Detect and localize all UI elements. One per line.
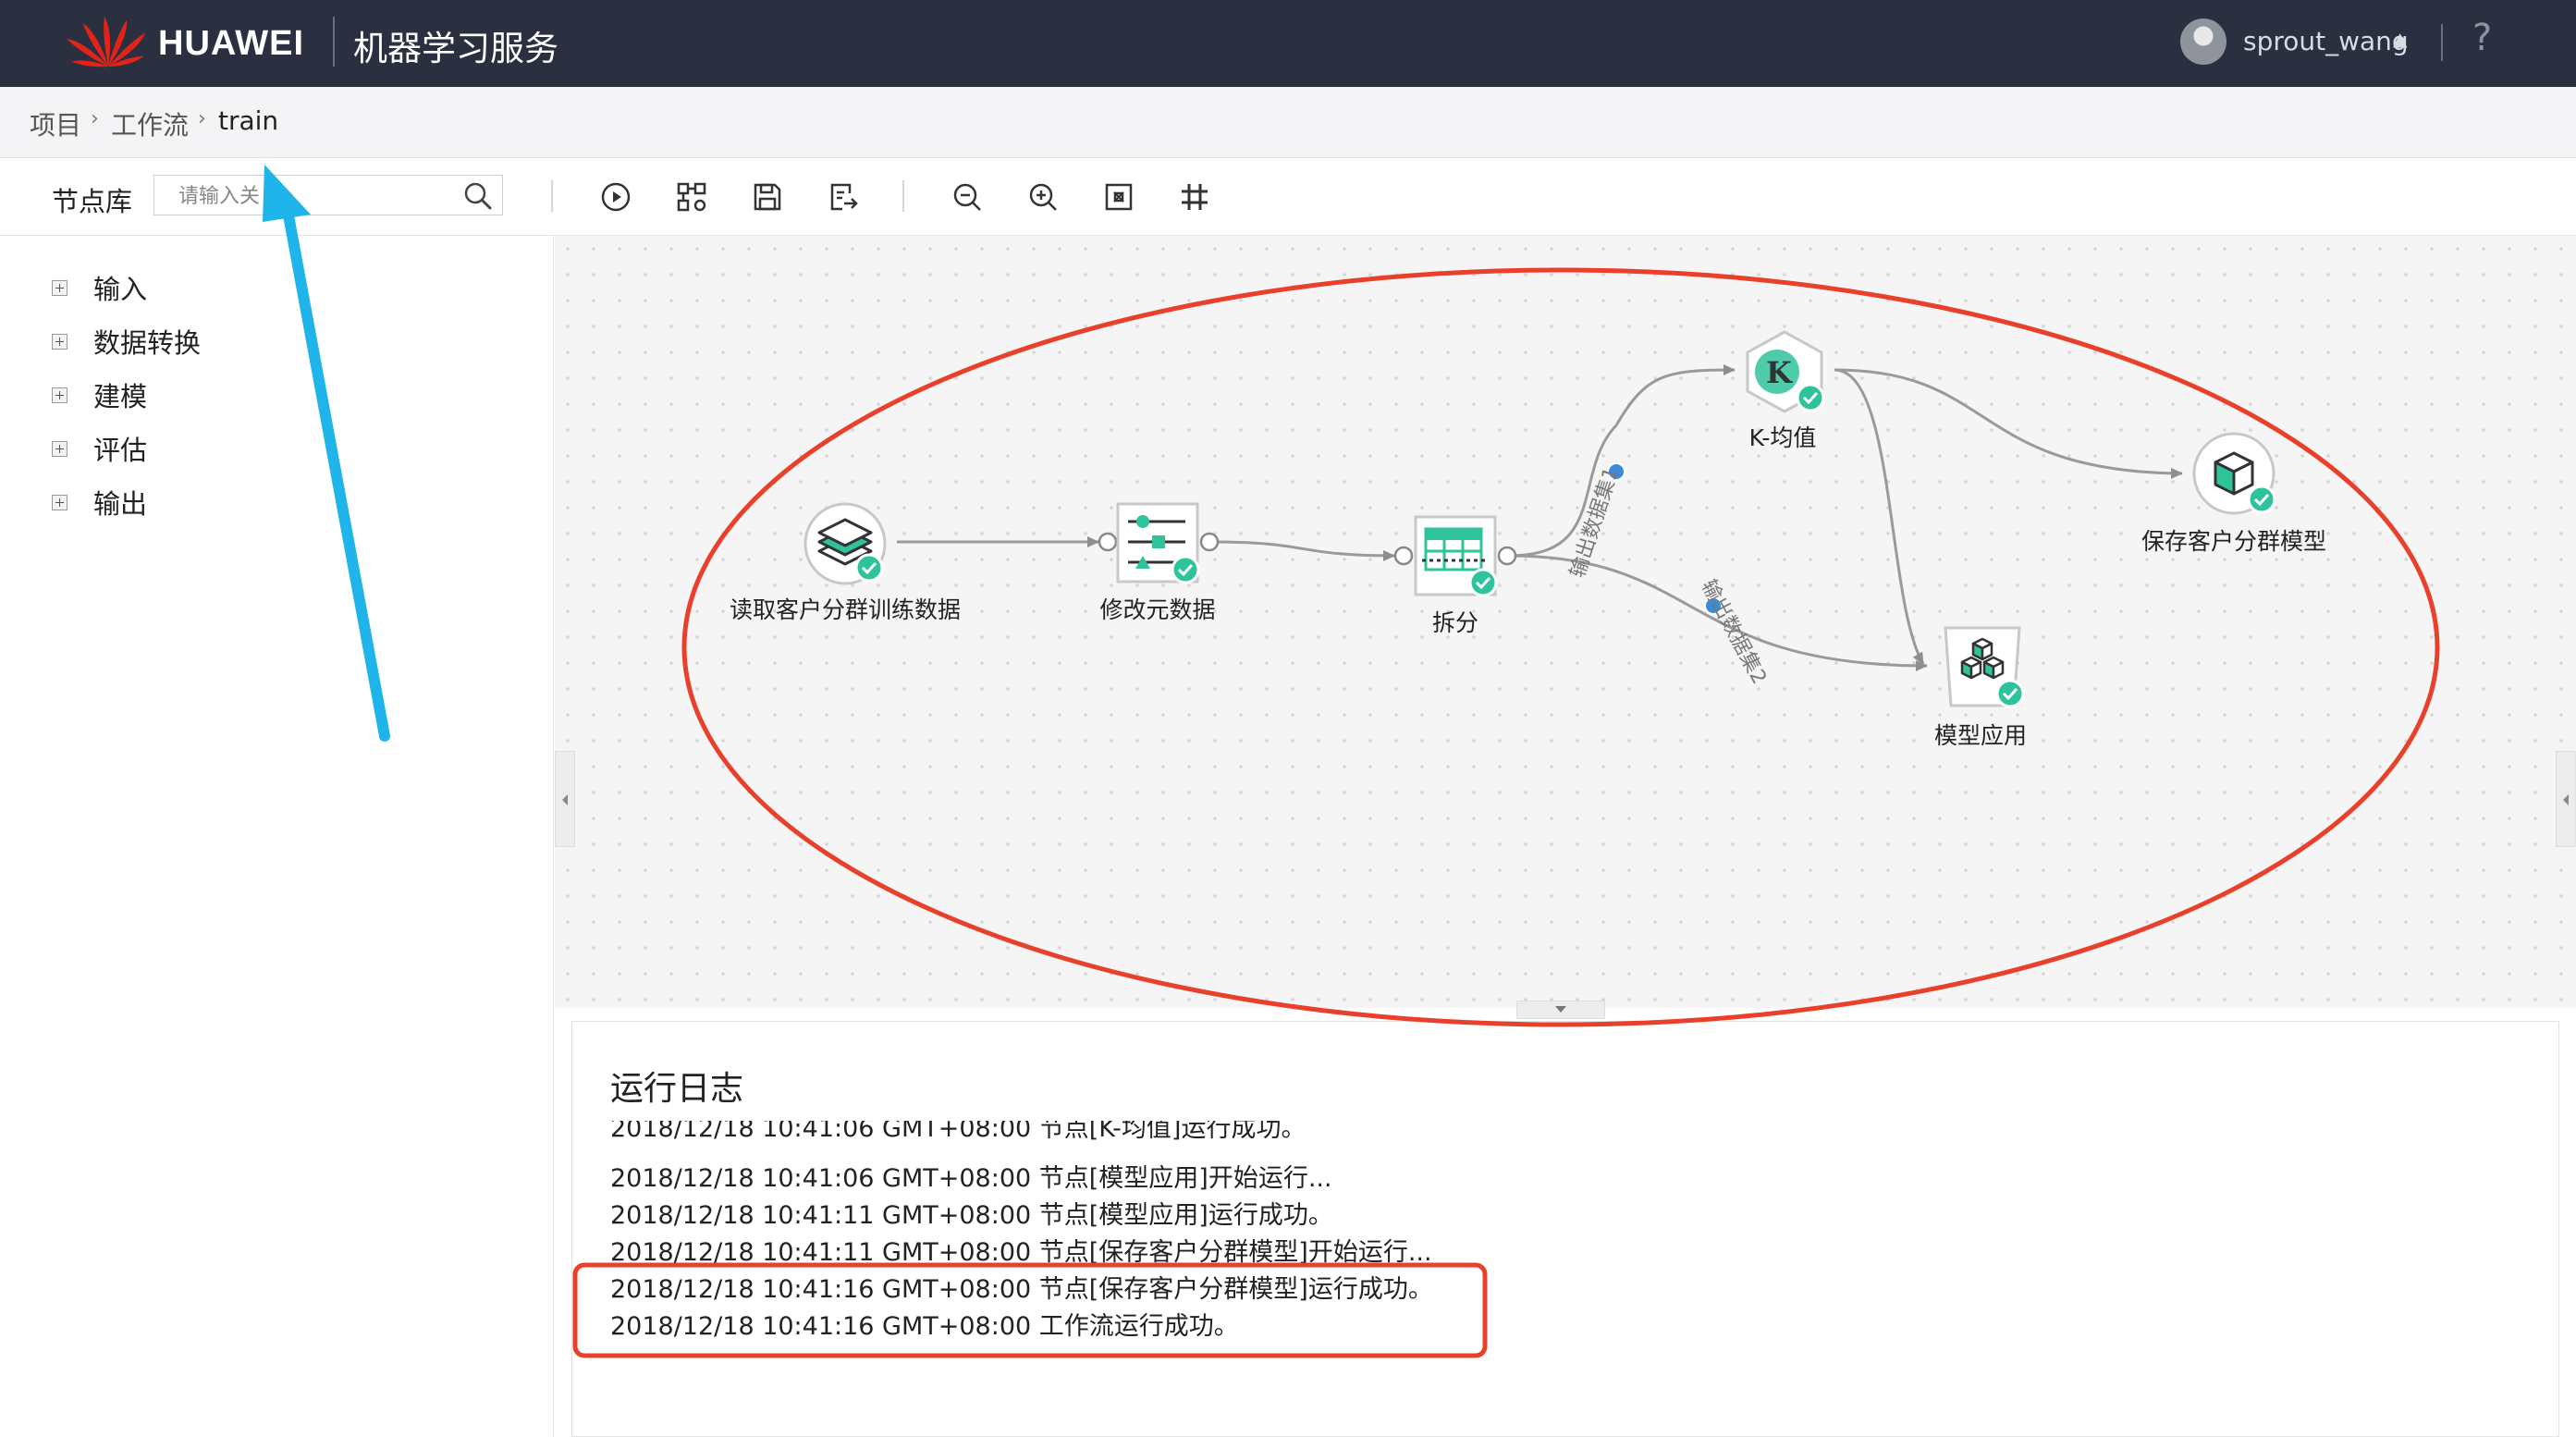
node-search-input[interactable] [177,181,458,211]
category-output[interactable]: 输出 [52,484,147,521]
expand-icon[interactable] [52,333,67,350]
help-icon[interactable]: ? [2472,17,2492,59]
caret-left-icon [2563,794,2569,805]
category-input[interactable]: 输入 [52,269,147,306]
node-read-data[interactable] [801,499,889,588]
node-library-panel: 输入 数据转换 建模 评估 输出 [0,236,554,1437]
brand-name: HUAWEI [158,24,304,63]
node-label: 修改元数据 [1099,596,1216,623]
expand-icon[interactable] [52,494,67,510]
collapse-left-handle[interactable] [555,751,575,847]
node-split[interactable] [1413,514,1502,599]
category-label: 输出 [93,488,148,520]
breadcrumb-separator: › [198,107,206,130]
node-label: 模型应用 [1933,722,2028,749]
breadcrumb-projects[interactable]: 项目 [30,105,81,142]
node-search-box [153,175,503,215]
caret-up-icon[interactable]: ▲ [2393,28,2407,50]
layout-icon [677,182,706,212]
expand-icon[interactable] [52,279,67,296]
save-icon [754,183,781,211]
node-save-model[interactable] [2191,431,2280,516]
zoom-in-icon [1029,183,1057,211]
top-bar: HUAWEI 机器学习服务 sprout_wang ▲ ? [0,0,2576,87]
header-divider [2441,24,2443,61]
save-button[interactable] [745,175,790,219]
svg-text:K: K [1766,355,1793,390]
node-label: 保存客户分群模型 [2141,528,2327,555]
node-label: 拆分 [1431,609,1479,636]
huawei-logo [67,17,146,68]
run-log-list[interactable]: 2018/12/18 10:41:06 GMT+08:00 节点[K-均值]运行… [610,1121,2367,1361]
node-model-apply[interactable] [1940,625,2029,710]
cube-save-icon [2192,432,2276,515]
log-line: 2018/12/18 10:41:06 GMT+08:00 节点[模型应用]开始… [610,1164,1332,1193]
export-button[interactable] [821,175,865,219]
category-modeling[interactable]: 建模 [52,376,147,413]
toolbar-divider [902,180,904,212]
run-log-title: 运行日志 [610,1070,744,1108]
breadcrumb-workflows[interactable]: 工作流 [111,105,189,142]
collapse-log-handle[interactable] [1516,1001,1605,1019]
avatar[interactable] [2180,18,2226,65]
layers-icon [803,502,887,585]
category-data-transform[interactable]: 数据转换 [52,323,201,360]
toolbar: 节点库 [0,158,2576,236]
node-library-title: 节点库 [52,186,133,217]
collapse-right-handle[interactable] [2556,751,2576,847]
category-label: 评估 [93,435,148,466]
breadcrumb-current: train [218,105,279,136]
export-icon [830,183,858,211]
node-label: 读取客户分群训练数据 [729,596,962,623]
category-evaluation[interactable]: 评估 [52,430,147,467]
breadcrumb-separator: › [91,107,99,130]
caret-down-icon [1555,1006,1566,1013]
category-label: 数据转换 [93,327,202,359]
kmeans-icon: K [1746,330,1825,413]
metadata-icon [1116,502,1200,584]
search-icon[interactable] [463,181,493,211]
category-label: 输入 [93,274,148,305]
node-kmeans[interactable]: K [1740,329,1829,414]
brand-divider [333,17,335,67]
service-name: 机器学习服务 [353,29,558,68]
split-table-icon [1414,515,1498,597]
breadcrumb: 项目 › 工作流 › train [0,87,2576,158]
layout-button[interactable] [669,175,714,219]
grid-icon [1182,184,1208,210]
fit-view-button[interactable] [1097,175,1141,219]
username[interactable]: sprout_wang [2243,26,2409,56]
run-icon [601,182,631,212]
zoom-in-button[interactable] [1021,175,1065,219]
log-line: 2018/12/18 10:41:16 GMT+08:00 工作流运行成功。 [610,1312,1239,1341]
log-line: 2018/12/18 10:41:11 GMT+08:00 节点[保存客户分群模… [610,1238,1432,1267]
fit-icon [1105,183,1133,211]
node-label: K-均值 [1748,424,1817,451]
grid-toggle-button[interactable] [1172,175,1217,219]
expand-icon[interactable] [52,387,67,403]
zoom-out-button[interactable] [945,175,989,219]
node-modify-metadata[interactable] [1115,501,1204,586]
category-label: 建模 [93,381,148,412]
cubes-icon [1944,626,2025,708]
caret-left-icon [562,794,568,805]
expand-icon[interactable] [52,440,67,457]
zoom-out-icon [953,183,981,211]
log-line: 2018/12/18 10:41:11 GMT+08:00 节点[模型应用]运行… [610,1201,1333,1230]
log-line: 2018/12/18 10:41:06 GMT+08:00 节点[K-均值]运行… [610,1121,1306,1143]
log-line: 2018/12/18 10:41:16 GMT+08:00 节点[保存客户分群模… [610,1275,1433,1304]
toolbar-divider [551,180,553,212]
run-button[interactable] [594,175,638,219]
